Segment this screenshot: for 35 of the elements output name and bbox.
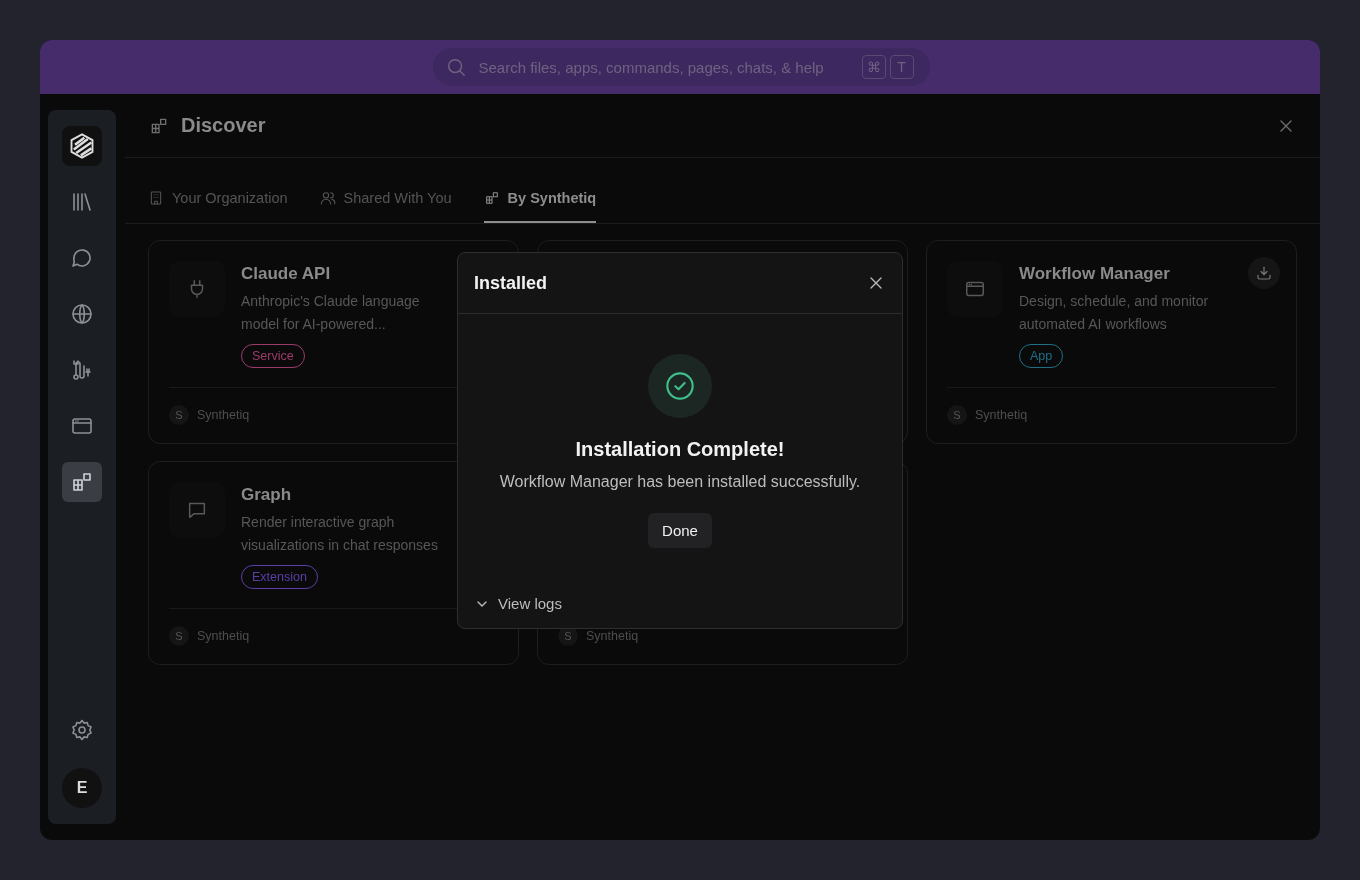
publisher-name: Synthetiq [975, 408, 1028, 422]
check-circle-icon [664, 370, 696, 402]
publisher-avatar: S [169, 405, 189, 425]
tab[interactable]: By Synthetiq [483, 178, 597, 223]
app-card[interactable]: Workflow Manager Design, schedule, and monitor automated AI workflows App S Synthetiq [926, 240, 1297, 444]
publisher-avatar: S [947, 405, 967, 425]
user-avatar[interactable]: E [62, 768, 102, 808]
sidebar-item[interactable] [62, 462, 102, 502]
shortcut-key: T [889, 55, 914, 79]
library-icon [70, 190, 94, 214]
app-title: Claude API [241, 264, 331, 284]
app-title: Graph [241, 485, 292, 505]
route-icon [70, 358, 94, 382]
app-description: Anthropic's Claude language model for AI-powered... [241, 292, 421, 334]
blocks-icon [483, 190, 500, 206]
blocks-icon [70, 470, 94, 494]
shortcut-key: ⌘ [861, 55, 886, 79]
users-icon [319, 190, 336, 206]
chat-icon [70, 246, 94, 270]
install-button[interactable] [1248, 257, 1280, 289]
download-icon [1255, 264, 1273, 282]
publisher-name: Synthetiq [197, 408, 250, 422]
logo-icon[interactable] [62, 126, 102, 166]
app-description: Design, schedule, and monitor automated AI workflows [1019, 292, 1210, 334]
building-icon [148, 190, 164, 206]
app-title: Workflow Manager [1019, 264, 1170, 284]
globe-icon [70, 302, 94, 326]
done-button[interactable]: Done [648, 513, 712, 548]
publisher-name: Synthetiq [586, 629, 639, 643]
page-title: Discover [181, 114, 267, 137]
publisher-name: Synthetiq [197, 629, 250, 643]
settings-icon [70, 718, 94, 742]
app-description: Render interactive graph visualizations in chat responses [241, 513, 439, 555]
dialog-heading: Installation Complete! [575, 438, 785, 461]
publisher-avatar: S [169, 626, 189, 646]
